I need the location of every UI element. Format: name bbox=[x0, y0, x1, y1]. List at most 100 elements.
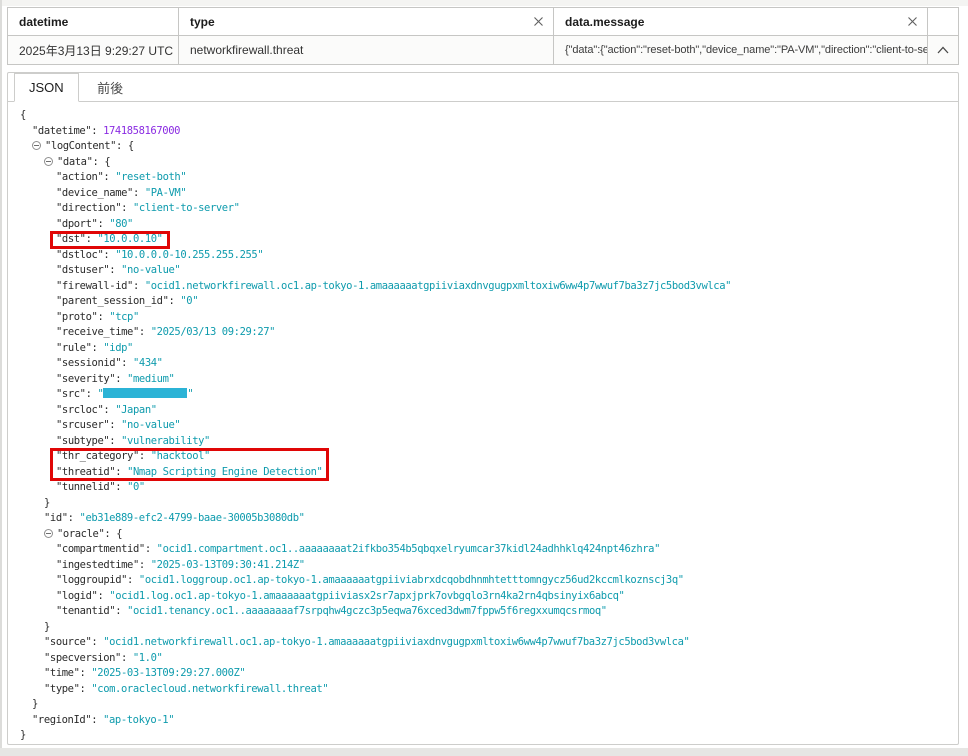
column-header-type[interactable]: type bbox=[179, 8, 554, 35]
json-line-content: "logid": "ocid1.log.oc1.ap-tokyo-1.amaaa… bbox=[56, 589, 624, 605]
collapse-toggle-icon[interactable] bbox=[32, 141, 41, 150]
json-line: "logContent": { bbox=[8, 139, 958, 155]
log-results-table: datetime type data.message 2025年3月13日 9:… bbox=[7, 7, 959, 65]
json-key: "rule": bbox=[56, 342, 103, 354]
json-key: "action": bbox=[56, 171, 115, 183]
json-line-content: "threatid": "Nmap Scripting Engine Detec… bbox=[56, 465, 322, 481]
json-value: "no-value" bbox=[121, 264, 180, 276]
tab-context[interactable]: 前後 bbox=[79, 73, 142, 102]
json-key: "datetime": bbox=[32, 125, 103, 137]
json-line-content: "specversion": "1.0" bbox=[44, 651, 162, 667]
json-line-content: } bbox=[44, 620, 50, 636]
json-line: "rule": "idp" bbox=[8, 341, 958, 357]
json-value: "ocid1.loggroup.oc1.ap-tokyo-1.amaaaaaat… bbox=[139, 574, 684, 586]
json-value: "0" bbox=[127, 481, 145, 493]
json-value: "ocid1.compartment.oc1..aaaaaaaat2ifkbo3… bbox=[157, 543, 660, 555]
collapse-row-icon[interactable] bbox=[928, 36, 958, 64]
json-line-content: "dst": "10.0.0.10" bbox=[56, 232, 163, 248]
json-key: "data": bbox=[57, 156, 104, 168]
json-line: "firewall-id": "ocid1.networkfirewall.oc… bbox=[8, 279, 958, 295]
json-line-content: } bbox=[32, 697, 38, 713]
json-key: "logid": bbox=[56, 590, 109, 602]
json-line: "oracle": { bbox=[8, 527, 958, 543]
column-label-data-message: data.message bbox=[565, 15, 644, 29]
json-key: "parent_session_id": bbox=[56, 295, 180, 307]
remove-column-icon[interactable] bbox=[532, 15, 545, 28]
redacted-value bbox=[103, 388, 187, 398]
json-line-content: "parent_session_id": "0" bbox=[56, 294, 198, 310]
json-line: "type": "com.oraclecloud.networkfirewall… bbox=[8, 682, 958, 698]
json-key: "threatid": bbox=[56, 466, 127, 478]
json-key: "source": bbox=[44, 636, 103, 648]
json-line: "severity": "medium" bbox=[8, 372, 958, 388]
json-key: "severity": bbox=[56, 373, 127, 385]
json-line: "srcloc": "Japan" bbox=[8, 403, 958, 419]
json-viewer: { "datetime": 1741858167000"logContent": … bbox=[8, 102, 958, 744]
json-key: "sessionid": bbox=[56, 357, 133, 369]
json-value: "client-to-server" bbox=[133, 202, 240, 214]
json-brace: { bbox=[20, 109, 26, 121]
json-line-content: "proto": "tcp" bbox=[56, 310, 139, 326]
json-key: "dport": bbox=[56, 218, 109, 230]
json-value: "2025-03-13T09:30:41.214Z" bbox=[151, 559, 305, 571]
json-line-content: "type": "com.oraclecloud.networkfirewall… bbox=[44, 682, 328, 698]
json-key: "time": bbox=[44, 667, 91, 679]
json-key: "tenantid": bbox=[56, 605, 127, 617]
json-line: "proto": "tcp" bbox=[8, 310, 958, 326]
json-line: "tunnelid": "0" bbox=[8, 480, 958, 496]
column-header-data-message[interactable]: data.message bbox=[554, 8, 928, 35]
json-key: "srcloc": bbox=[56, 404, 115, 416]
json-value: "434" bbox=[133, 357, 163, 369]
json-line: "subtype": "vulnerability" bbox=[8, 434, 958, 450]
json-brace: } bbox=[32, 698, 38, 710]
column-header-datetime[interactable]: datetime bbox=[8, 8, 179, 35]
json-line-content: "direction": "client-to-server" bbox=[56, 201, 240, 217]
json-line: "action": "reset-both" bbox=[8, 170, 958, 186]
json-line: "receive_time": "2025/03/13 09:29:27" bbox=[8, 325, 958, 341]
json-line: "logid": "ocid1.log.oc1.ap-tokyo-1.amaaa… bbox=[8, 589, 958, 605]
json-line-content: "data": { bbox=[44, 155, 110, 171]
json-line-content: "thr_category": "hacktool" bbox=[56, 449, 210, 465]
json-line: "direction": "client-to-server" bbox=[8, 201, 958, 217]
detail-tabbar: JSON 前後 bbox=[8, 73, 958, 102]
column-header-expand bbox=[928, 8, 958, 35]
json-line: "ingestedtime": "2025-03-13T09:30:41.214… bbox=[8, 558, 958, 574]
json-line: "source": "ocid1.networkfirewall.oc1.ap-… bbox=[8, 635, 958, 651]
json-brace: { bbox=[104, 156, 110, 168]
json-line-content: "regionId": "ap-tokyo-1" bbox=[32, 713, 174, 729]
json-value: "10.0.0.0-10.255.255.255" bbox=[115, 249, 263, 261]
json-value: "10.0.0.10" bbox=[97, 233, 162, 245]
json-key: "device_name": bbox=[56, 187, 145, 199]
tab-json[interactable]: JSON bbox=[14, 73, 79, 102]
json-value: "ocid1.networkfirewall.oc1.ap-tokyo-1.am… bbox=[103, 636, 689, 648]
page-bottom-margin bbox=[0, 748, 968, 756]
json-line: "threatid": "Nmap Scripting Engine Detec… bbox=[8, 465, 958, 481]
json-value: "tcp" bbox=[109, 311, 139, 323]
json-line-content: "id": "eb31e889-efc2-4799-baae-30005b308… bbox=[44, 511, 305, 527]
json-line: "dstloc": "10.0.0.0-10.255.255.255" bbox=[8, 248, 958, 264]
json-value: "ocid1.tenancy.oc1..aaaaaaaaf7srpqhw4gcz… bbox=[127, 605, 607, 617]
json-line: "src": "" bbox=[8, 387, 958, 403]
json-key: "dst": bbox=[56, 233, 97, 245]
json-line: "regionId": "ap-tokyo-1" bbox=[8, 713, 958, 729]
json-line: "time": "2025-03-13T09:29:27.000Z" bbox=[8, 666, 958, 682]
collapse-toggle-icon[interactable] bbox=[44, 157, 53, 166]
collapse-toggle-icon[interactable] bbox=[44, 529, 53, 538]
remove-column-icon[interactable] bbox=[906, 15, 919, 28]
json-value: "80" bbox=[109, 218, 133, 230]
json-line: "loggroupid": "ocid1.loggroup.oc1.ap-tok… bbox=[8, 573, 958, 589]
json-key: "direction": bbox=[56, 202, 133, 214]
json-key: "oracle": bbox=[57, 528, 116, 540]
json-value: "0" bbox=[180, 295, 198, 307]
json-line-content: "datetime": 1741858167000 bbox=[32, 124, 180, 140]
json-value: "vulnerability" bbox=[121, 435, 210, 447]
json-key: "compartmentid": bbox=[56, 543, 157, 555]
json-quote: " bbox=[187, 388, 193, 400]
cell-type: networkfirewall.threat bbox=[179, 36, 554, 64]
log-row[interactable]: 2025年3月13日 9:29:27 UTC networkfirewall.t… bbox=[8, 36, 958, 64]
json-line-content: "source": "ocid1.networkfirewall.oc1.ap-… bbox=[44, 635, 689, 651]
json-line: } bbox=[8, 620, 958, 636]
json-line-content: "dstloc": "10.0.0.0-10.255.255.255" bbox=[56, 248, 263, 264]
json-line-content: "receive_time": "2025/03/13 09:29:27" bbox=[56, 325, 275, 341]
json-key: "logContent": bbox=[45, 140, 128, 152]
